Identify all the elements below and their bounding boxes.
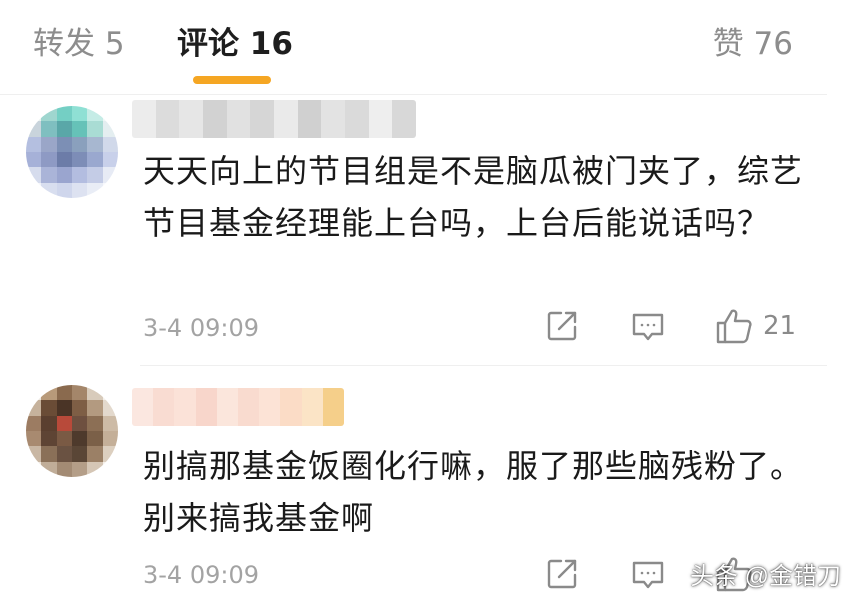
like-button[interactable]: 21 xyxy=(715,307,796,345)
share-button[interactable] xyxy=(545,309,579,343)
divider xyxy=(140,365,827,366)
share-icon xyxy=(547,559,577,589)
comment-text: 别搞那基金饭圈化行嘛，服了那些脑残粉了。别来搞我基金啊 xyxy=(143,447,804,537)
thumbs-up-icon xyxy=(716,309,752,344)
tab-reposts[interactable]: 转发 5 xyxy=(33,24,125,64)
share-icon xyxy=(547,311,577,341)
like-count: 21 xyxy=(763,311,797,341)
comment-timestamp: 3-4 09:09 xyxy=(143,561,259,589)
comment-icon xyxy=(632,561,664,589)
reply-button[interactable] xyxy=(631,311,665,343)
reply-button[interactable] xyxy=(631,559,665,591)
username[interactable] xyxy=(132,100,416,138)
divider xyxy=(0,94,827,95)
active-tab-indicator xyxy=(193,76,271,84)
watermark: 头条 @金错刀 xyxy=(689,563,841,590)
comment-text: 天天向上的节目组是不是脑瓜被门夹了，综艺节目基金经理能上台吗，上台后能说话吗？ xyxy=(143,152,804,242)
tab-comments[interactable]: 评论 16 xyxy=(177,24,293,64)
username[interactable] xyxy=(132,388,344,426)
comment-timestamp: 3-4 09:09 xyxy=(143,314,259,342)
avatar[interactable] xyxy=(26,106,118,198)
share-button[interactable] xyxy=(545,557,579,591)
avatar[interactable] xyxy=(26,385,118,477)
tab-likes[interactable]: 赞 76 xyxy=(713,24,793,64)
comment-icon xyxy=(632,313,664,341)
